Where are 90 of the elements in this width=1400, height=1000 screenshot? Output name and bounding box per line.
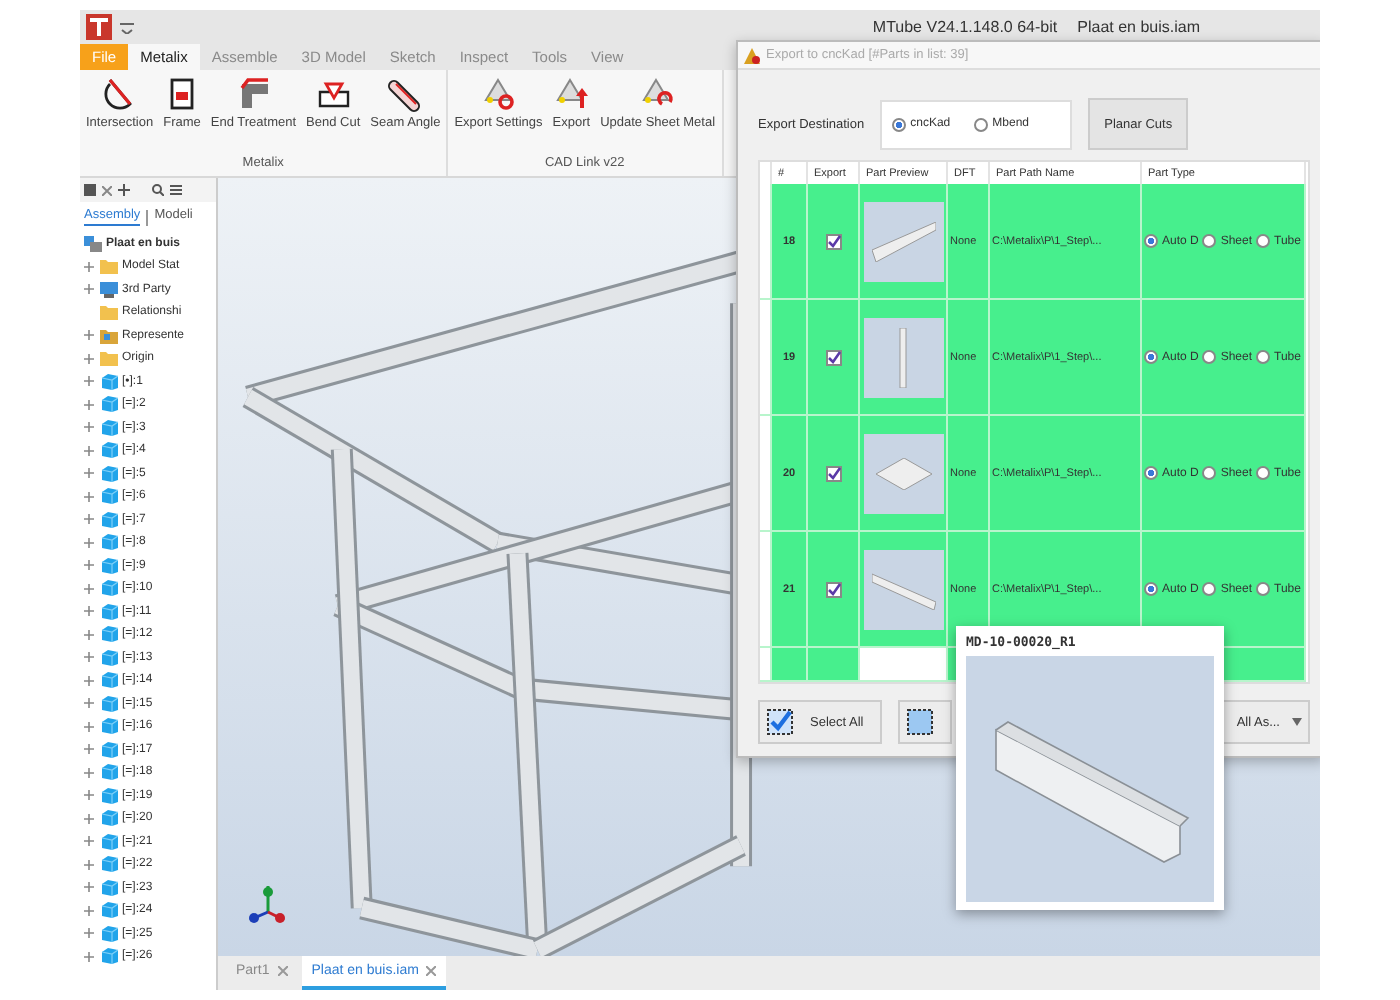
expand-icon[interactable] [84,905,94,916]
cube-icon [100,948,118,965]
cube-icon [100,465,118,482]
cube-icon [100,718,118,735]
part-thumbnail-drawing [873,457,933,489]
export-checkbox[interactable] [825,581,841,597]
expand-icon[interactable] [84,330,94,341]
folder-icon [100,327,118,344]
cube-icon [100,488,118,505]
part-thumbnail-drawing [898,327,908,387]
expand-icon[interactable] [84,836,94,847]
cube-icon [100,580,118,597]
expand-icon[interactable] [84,514,94,525]
expand-icon[interactable] [84,422,94,433]
cube-icon [100,672,118,689]
expand-icon[interactable] [84,652,94,663]
cube-icon [100,603,118,620]
close-icon[interactable] [426,966,437,976]
close-icon[interactable] [102,185,112,195]
cube-icon [100,442,118,459]
part-thumbnail-drawing [871,221,935,261]
assembly-icon [84,235,102,252]
expand-icon[interactable] [84,675,94,686]
expand-icon[interactable] [84,606,94,617]
add-icon[interactable] [118,184,130,196]
cube-icon [100,925,118,942]
cube-icon [100,879,118,896]
cube-icon [100,741,118,758]
cube-icon [100,833,118,850]
expand-icon[interactable] [84,353,94,364]
expand-icon[interactable] [84,629,94,640]
elbow-icon [235,76,272,112]
part-thumbnail-drawing [871,569,935,609]
table-cell [772,648,808,682]
cube-icon [100,810,118,827]
expand-icon[interactable] [84,560,94,571]
expand-icon[interactable] [84,790,94,801]
folder-icon [100,350,118,367]
cube-icon [100,787,118,804]
expand-icon[interactable] [84,813,94,824]
monitor-icon [100,281,118,298]
quick-access-menu-icon[interactable] [120,21,134,33]
cube-icon [100,534,118,551]
cube-icon [100,557,118,574]
document-title: Plaat en buis.iam [1077,18,1200,36]
expand-icon[interactable] [84,698,94,709]
checkbox-icon [905,708,934,736]
expand-icon[interactable] [84,261,94,272]
expand-icon[interactable] [84,928,94,939]
cube-icon [100,902,118,919]
expand-icon[interactable] [84,744,94,755]
expand-icon[interactable] [84,882,94,893]
cube-icon [100,396,118,413]
expand-icon[interactable] [84,284,94,295]
expand-icon[interactable] [84,537,94,548]
export-checkbox[interactable] [825,349,841,365]
cube-icon [100,419,118,436]
panel-icon [84,184,96,196]
app-icon [744,47,760,63]
gear-icon [480,76,517,112]
cube-icon [100,764,118,781]
caret-icon [1292,718,1302,726]
expand-icon[interactable] [84,583,94,594]
expand-icon[interactable] [84,721,94,732]
cube-icon [100,695,118,712]
expand-icon[interactable] [84,951,94,962]
upload-arrow-icon [553,76,590,112]
cube-icon [100,511,118,528]
cube-icon [100,856,118,873]
app-version-title: MTube V24.1.148.0 64-bit [872,18,1058,36]
close-icon[interactable] [277,966,288,976]
cube-icon [100,373,118,390]
expand-icon[interactable] [84,767,94,778]
expand-icon[interactable] [84,491,94,502]
export-checkbox[interactable] [825,233,841,249]
export-checkbox[interactable] [825,465,841,481]
folder-icon [100,258,118,275]
menu-icon[interactable] [170,184,182,196]
folder-icon [100,304,118,321]
checkbox-icon [766,708,794,736]
cube-icon [100,626,118,643]
expand-icon[interactable] [84,445,94,456]
expand-icon[interactable] [84,376,94,387]
app-logo-icon [86,14,112,40]
cube-icon [100,649,118,666]
expand-icon[interactable] [84,859,94,870]
tube-icon [387,76,424,112]
search-icon[interactable] [152,184,164,196]
expand-icon[interactable] [84,399,94,410]
expand-icon[interactable] [84,468,94,479]
